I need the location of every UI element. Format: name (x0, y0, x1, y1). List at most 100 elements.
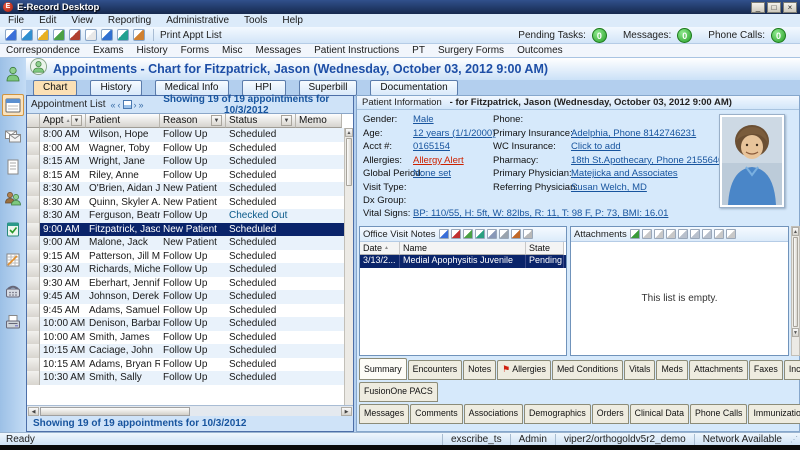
row-selector[interactable] (27, 263, 40, 277)
appointment-row[interactable]: 10:00 AMDenison, BarbaraFollow UpSchedul… (27, 317, 344, 331)
appointment-row[interactable]: 10:30 AMSmith, SallyFollow UpScheduled (27, 371, 344, 385)
fax-icon[interactable] (2, 311, 24, 333)
field-value[interactable]: Adelphia, Phone 8142746231 (571, 128, 696, 139)
nav-item-exams[interactable]: Exams (93, 45, 124, 56)
edit-note-icon[interactable] (439, 229, 449, 239)
phone-icon[interactable] (2, 280, 24, 302)
appointment-row[interactable]: 9:45 AMJohnson, DerekFollow UpScheduled (27, 290, 344, 304)
column-header-patient[interactable]: Patient (86, 114, 160, 128)
menu-item-tools[interactable]: Tools (244, 15, 267, 26)
appointment-row[interactable]: 8:00 AMWilson, HopeFollow UpScheduled (27, 128, 344, 142)
nav-item-outcomes[interactable]: Outcomes (517, 45, 563, 56)
email-note-icon[interactable] (487, 229, 497, 239)
field-value[interactable]: Allergy Alert (413, 155, 464, 166)
badge-count[interactable]: 0 (771, 28, 786, 43)
print-attachment-icon[interactable] (690, 229, 700, 239)
row-selector[interactable] (27, 209, 40, 223)
appointment-row[interactable]: 9:00 AMFitzpatrick, JasonNew PatientSche… (27, 223, 344, 237)
row-selector[interactable] (27, 182, 40, 196)
filter-dropdown-icon[interactable]: ▼ (71, 115, 82, 126)
correspondence-icon[interactable] (2, 125, 24, 147)
fax-attachment-icon[interactable] (702, 229, 712, 239)
badge-count[interactable]: 0 (677, 28, 692, 43)
appointment-vscrollbar[interactable]: ▲ (344, 128, 353, 405)
vitals-value[interactable]: BP: 110/55, H: 5ft, W: 82lbs, R: 11, T: … (413, 208, 668, 219)
notes-icon[interactable] (2, 156, 24, 178)
column-header-memo[interactable]: Memo (296, 114, 342, 128)
tab-allergies[interactable]: ⚑Allergies (497, 360, 551, 380)
notes-column-state[interactable]: State (526, 242, 564, 255)
tab-attachments[interactable]: Attachments (689, 360, 748, 380)
scan-attachment-icon[interactable] (714, 229, 724, 239)
first-appointment-icon[interactable]: « (111, 100, 116, 110)
appointment-row[interactable]: 8:30 AMFerguson, BeatrizFollow UpChecked… (27, 209, 344, 223)
appointment-row[interactable]: 9:45 AMAdams, SamuelFollow UpScheduled (27, 304, 344, 318)
column-header-appt[interactable]: Appt▲▼ (40, 114, 86, 128)
chart-tab-history[interactable]: History (90, 80, 141, 96)
field-value[interactable]: Matejicka and Associates (571, 168, 678, 179)
sync-icon[interactable] (21, 29, 33, 41)
nav-item-messages[interactable]: Messages (256, 45, 302, 56)
copy-forward-icon[interactable] (463, 229, 473, 239)
badge-count[interactable]: 0 (592, 28, 607, 43)
appointment-row[interactable]: 9:30 AMRichards, MichelleFollow UpSchedu… (27, 263, 344, 277)
calendar-picker-icon[interactable] (123, 100, 132, 109)
delete-attachment-icon[interactable] (666, 229, 676, 239)
appointment-hscrollbar[interactable]: ◀ ▶ (27, 405, 353, 416)
menu-item-reporting[interactable]: Reporting (108, 15, 151, 26)
panel-vscrollbar[interactable]: ▲ ▼ (791, 226, 800, 356)
add-attachment-icon[interactable] (630, 229, 640, 239)
appointment-row[interactable]: 8:15 AMWright, JaneFollow UpScheduled (27, 155, 344, 169)
field-value[interactable]: 12 years (1/1/2000) (413, 128, 495, 139)
row-selector[interactable] (27, 317, 40, 331)
note-row[interactable]: 3/13/2...Medial Apophysitis JuvenilePend… (360, 255, 566, 268)
menu-item-view[interactable]: View (71, 15, 93, 26)
appointment-row[interactable]: 8:15 AMRiley, AnneFollow UpScheduled (27, 169, 344, 183)
tab-orders[interactable]: Orders (592, 404, 629, 424)
menu-item-administrative[interactable]: Administrative (166, 15, 229, 26)
patients-icon[interactable] (2, 187, 24, 209)
menu-item-help[interactable]: Help (282, 15, 303, 26)
nav-item-surgery-forms[interactable]: Surgery Forms (438, 45, 504, 56)
scroll-thumb[interactable] (346, 138, 352, 186)
tab-comments[interactable]: Comments (410, 404, 463, 424)
tab-encounters[interactable]: Encounters (408, 360, 463, 380)
row-selector[interactable] (27, 155, 40, 169)
appointment-row[interactable]: 8:30 AMQuinn, Skyler A.New PatientSchedu… (27, 196, 344, 210)
addendum-icon[interactable] (511, 229, 521, 239)
appointment-row[interactable]: 10:00 AMSmith, JamesFollow UpScheduled (27, 331, 344, 345)
scroll-up-icon[interactable]: ▲ (345, 128, 353, 137)
patient-icon[interactable] (2, 63, 24, 85)
filter-dropdown-icon[interactable]: ▼ (281, 115, 292, 126)
schedule-icon[interactable] (2, 249, 24, 271)
chart-tab-chart[interactable]: Chart (33, 80, 77, 96)
tab-summary[interactable]: Summary (359, 358, 407, 380)
appointment-row[interactable]: 10:15 AMCaciage, JohnFollow UpScheduled (27, 344, 344, 358)
import-note-icon[interactable] (475, 229, 485, 239)
tab-meds[interactable]: Meds (656, 360, 688, 380)
tab-notes[interactable]: Notes (463, 360, 496, 380)
appointment-row[interactable]: 9:15 AMPatterson, Jill MarieFollow UpSch… (27, 250, 344, 264)
nav-item-forms[interactable]: Forms (181, 45, 209, 56)
row-selector[interactable] (27, 331, 40, 345)
tab-phone-calls[interactable]: Phone Calls (690, 404, 747, 424)
export-chart-icon[interactable] (53, 29, 65, 41)
field-value[interactable]: None set (413, 168, 451, 179)
row-selector[interactable] (27, 236, 40, 250)
tab-vitals[interactable]: Vitals (624, 360, 655, 380)
maximize-button[interactable]: □ (767, 2, 781, 13)
appointments-icon[interactable] (2, 94, 24, 116)
appointment-row[interactable]: 9:00 AMMalone, JackNew PatientScheduled (27, 236, 344, 250)
nav-item-history[interactable]: History (137, 45, 168, 56)
edit-attachment-icon[interactable] (642, 229, 652, 239)
filter-dropdown-icon[interactable]: ▼ (211, 115, 222, 126)
row-selector[interactable] (27, 290, 40, 304)
column-header-status[interactable]: Status▼ (226, 114, 296, 128)
tab-med-conditions[interactable]: Med Conditions (552, 360, 623, 380)
menu-item-edit[interactable]: Edit (39, 15, 56, 26)
tab-immunizations[interactable]: Immunizations (748, 404, 800, 424)
appointment-row[interactable]: 8:00 AMWagner, TobyFollow UpScheduled (27, 142, 344, 156)
row-selector[interactable] (27, 223, 40, 237)
menu-item-file[interactable]: File (8, 15, 24, 26)
hscroll-thumb[interactable] (40, 407, 190, 416)
